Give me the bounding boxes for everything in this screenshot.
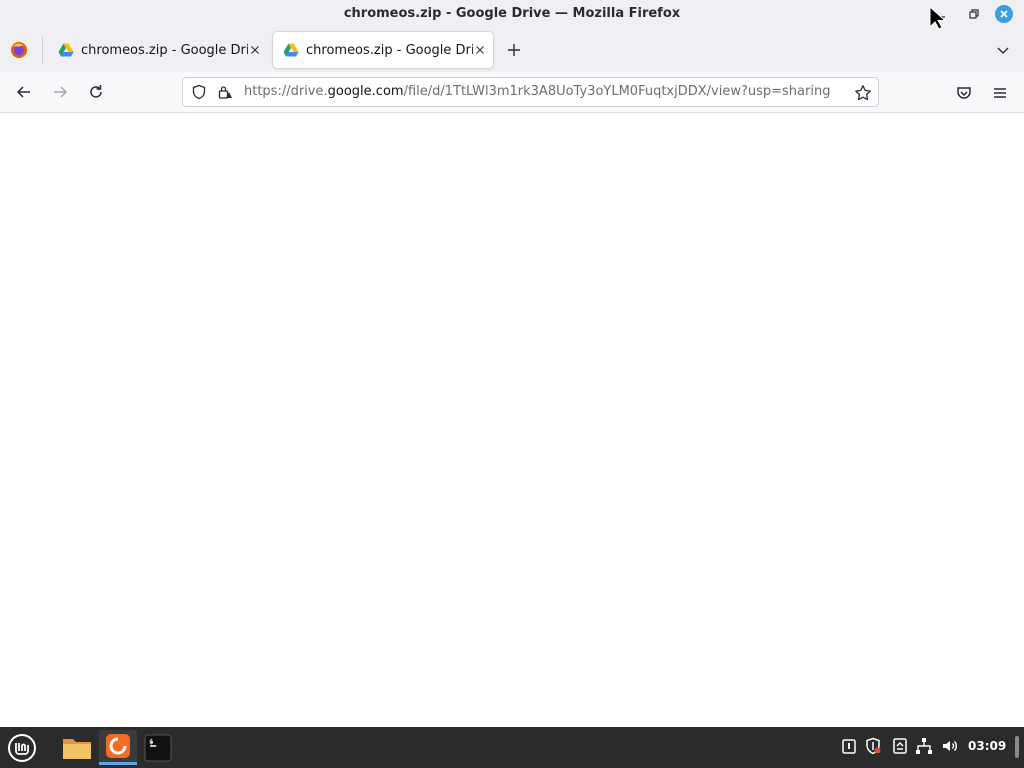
network-tray[interactable]	[915, 737, 933, 755]
mouse-cursor-icon	[929, 6, 947, 30]
tab-close-button[interactable]	[248, 43, 262, 57]
terminal-icon: $_	[144, 734, 172, 761]
tab-label: chromeos.zip - Google Drive	[81, 42, 248, 58]
tab-inactive[interactable]: chromeos.zip - Google Drive	[48, 32, 268, 68]
arrow-right-icon	[54, 86, 68, 98]
pocket-button[interactable]	[955, 84, 973, 102]
site-info-button[interactable]	[217, 84, 233, 100]
google-drive-icon	[58, 43, 74, 57]
restore-icon	[969, 9, 979, 19]
show-desktop-button[interactable]	[1015, 736, 1019, 758]
tab-active[interactable]: chromeos.zip - Google Drive	[273, 32, 493, 68]
chevron-down-icon	[997, 47, 1009, 54]
new-tab-button[interactable]	[505, 41, 523, 59]
close-icon	[1000, 10, 1008, 18]
taskbar: $_ 03:09	[0, 727, 1024, 768]
tab-close-button[interactable]	[473, 43, 487, 57]
svg-text:$_: $_	[149, 738, 158, 746]
clock[interactable]: 03:09	[968, 739, 1006, 753]
files-icon	[63, 738, 91, 759]
network-icon	[916, 738, 932, 754]
lock-warning-icon	[218, 86, 232, 99]
url-text: https://drive.google.com/file/d/1TtLWl3m…	[244, 84, 830, 99]
tab-strip: chromeos.zip - Google Drive chromeos.zip…	[0, 28, 1024, 72]
bookmark-star-button[interactable]	[854, 84, 872, 102]
back-button[interactable]	[15, 83, 33, 101]
app-menu-button[interactable]	[991, 84, 1009, 102]
reload-button[interactable]	[87, 83, 105, 101]
tab-separator	[42, 36, 43, 64]
shield-update-icon	[866, 737, 881, 755]
firefox-icon	[11, 42, 27, 58]
start-menu-button[interactable]	[4, 730, 40, 765]
google-drive-icon	[283, 43, 299, 57]
star-icon	[855, 85, 871, 101]
terminal-launcher[interactable]: $_	[139, 730, 177, 765]
reload-icon	[90, 85, 102, 98]
removable-drive-tray[interactable]	[891, 737, 909, 755]
close-icon	[251, 46, 259, 54]
navigation-toolbar: https://drive.google.com/file/d/1TtLWl3m…	[0, 72, 1024, 113]
firefox-view-button[interactable]	[10, 41, 28, 59]
close-window-button[interactable]	[995, 5, 1013, 23]
volume-icon	[943, 741, 957, 751]
close-icon	[476, 46, 484, 54]
address-bar[interactable]: https://drive.google.com/file/d/1TtLWl3m…	[182, 77, 879, 107]
update-manager-tray[interactable]	[864, 737, 882, 755]
plus-icon	[508, 44, 520, 56]
hamburger-menu-icon	[994, 88, 1006, 98]
tab-label: chromeos.zip - Google Drive	[306, 42, 473, 58]
list-all-tabs-button[interactable]	[995, 42, 1011, 58]
url-prefix: https://drive.	[244, 84, 328, 99]
clipboard-icon	[842, 739, 856, 754]
page-content[interactable]	[0, 113, 1024, 727]
removable-drive-icon	[893, 738, 907, 754]
window-titlebar: chromeos.zip - Google Drive — Mozilla Fi…	[0, 0, 1024, 28]
files-launcher[interactable]	[58, 730, 96, 765]
url-path: /file/d/1TtLWl3m1rk3A8UoTy3oYLM0FuqtxjDD…	[403, 84, 831, 99]
firefox-launcher[interactable]	[99, 730, 137, 765]
arrow-left-icon	[16, 86, 30, 98]
window-title: chromeos.zip - Google Drive — Mozilla Fi…	[343, 6, 681, 21]
tracking-protection-button[interactable]	[191, 84, 207, 100]
forward-button[interactable]	[51, 83, 69, 101]
clipboard-tray[interactable]	[840, 737, 858, 755]
volume-tray[interactable]	[941, 737, 959, 755]
menu-icon	[8, 733, 36, 762]
firefox-icon	[106, 734, 130, 758]
maximize-button[interactable]	[965, 5, 983, 23]
pocket-icon	[957, 87, 971, 99]
url-host: google.com	[327, 84, 404, 99]
shield-icon	[192, 84, 206, 100]
